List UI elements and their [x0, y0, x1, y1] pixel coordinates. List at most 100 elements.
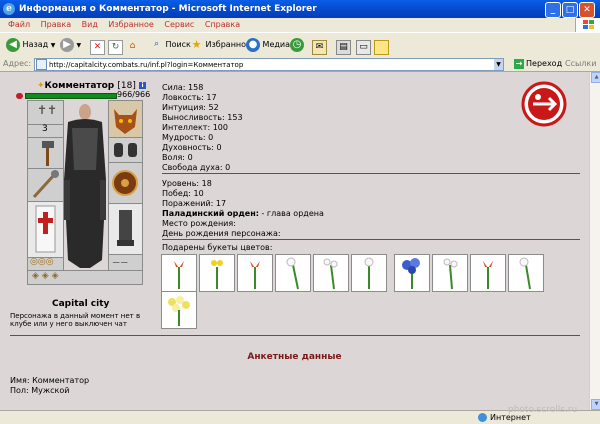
menu-favorites[interactable]: Избранное — [108, 18, 153, 32]
address-dropdown-icon[interactable]: ▼ — [494, 59, 503, 70]
menu-help[interactable]: Справка — [205, 18, 240, 32]
paladin-order-emblem-icon — [521, 81, 567, 127]
ring-slot-row[interactable]: ◎◎◎ — [27, 257, 64, 271]
hammer-slot[interactable] — [27, 137, 64, 169]
scroll-down-icon[interactable]: ▼ — [591, 399, 600, 410]
info-order: Паладинский орден: - глава ордена — [162, 209, 324, 218]
flower-red-tulip[interactable] — [470, 254, 506, 292]
flower-white[interactable] — [313, 254, 349, 292]
tulip-icon — [250, 261, 260, 289]
toolbar: ◀ Назад ▼ ▶ ▼ ✕ ↻ ⌂ ⌕ Поиск ★ Избранное … — [0, 32, 600, 59]
minimize-button[interactable]: _ — [545, 2, 561, 18]
flower-white[interactable] — [508, 254, 544, 292]
amulet-slot[interactable]: 3 — [27, 124, 64, 138]
forward-button[interactable]: ▶ ▼ — [60, 37, 81, 53]
address-label: Адрес: — [3, 59, 32, 68]
white-flowers-icon — [286, 257, 299, 290]
order-badge-icon: ✦ — [37, 81, 45, 91]
boots-slot[interactable] — [108, 203, 143, 255]
armor-slot[interactable] — [27, 201, 64, 258]
shield-slot[interactable] — [108, 162, 143, 204]
flower-blue[interactable] — [394, 254, 430, 292]
scroll-up-icon[interactable]: ▲ — [591, 72, 600, 83]
number-icon: 3 — [42, 124, 48, 134]
belt-icon: ⚊⚊ — [112, 256, 129, 266]
character-figure[interactable] — [62, 100, 108, 270]
go-arrow-icon: → — [514, 58, 524, 69]
flower-white[interactable] — [351, 254, 387, 292]
mail-icon[interactable]: ✉ — [312, 40, 327, 55]
globe-icon — [478, 413, 487, 422]
offline-note: Персонажа в данный момент нет в клубе ил… — [10, 312, 141, 328]
flower-red-tulip[interactable] — [161, 254, 197, 292]
page-content: ✦Комментатор [18] i 966/966 ✝✝ 3 ◎◎◎ ⚊⚊ … — [0, 72, 589, 410]
home-icon[interactable]: ⌂ — [126, 40, 139, 53]
info-losses: Поражений: 17 — [162, 199, 227, 208]
hammer-icon — [42, 141, 54, 166]
menu-edit[interactable]: Правка — [41, 18, 71, 32]
refresh-icon[interactable]: ↻ — [108, 40, 123, 55]
stat-endurance: Выносливость: 153 — [162, 113, 243, 122]
print-icon[interactable]: ▤ — [336, 40, 351, 55]
menu-file[interactable]: Файл — [8, 18, 30, 32]
forward-arrow-icon: ▶ — [60, 37, 74, 52]
stat-spirituality: Духовность: 0 — [162, 143, 222, 152]
stop-icon[interactable]: ✕ — [90, 40, 105, 55]
address-bar: Адрес: http://capitalcity.combats.ru/inf… — [0, 57, 600, 72]
flower-white[interactable] — [432, 254, 468, 292]
stat-strength: Сила: 158 — [162, 83, 204, 92]
back-arrow-icon: ◀ — [6, 37, 20, 52]
info-birthplace: Место рождения: — [162, 219, 236, 228]
battle-info: Уровень: 18 Побед: 10 Поражений: 17 Пала… — [162, 179, 324, 239]
blue-flowers-icon — [402, 258, 420, 289]
media-button[interactable]: ● Медиа — [246, 37, 290, 53]
title-bar: e Информация о Комментатор - Microsoft I… — [0, 0, 600, 18]
tulip-icon — [483, 261, 493, 289]
tulip-icon — [174, 261, 184, 289]
vertical-scrollbar[interactable]: ▲ ▼ — [589, 72, 600, 410]
favorites-button[interactable]: ★ Избранное — [190, 37, 251, 53]
flower-red-tulip[interactable] — [237, 254, 273, 292]
profile-data: Имя: Комментатор Пол: Мужской — [10, 376, 89, 396]
mace-slot[interactable] — [27, 168, 64, 202]
divider — [10, 335, 580, 336]
close-button[interactable]: ✕ — [579, 2, 595, 18]
messenger-icon[interactable] — [374, 40, 389, 55]
search-icon: ⌕ — [153, 39, 160, 49]
heart-icon — [16, 93, 23, 99]
hp-value: 966/966 — [117, 90, 151, 99]
flower-white[interactable] — [275, 254, 311, 292]
info-birthday: День рождения персонажа: — [162, 229, 281, 238]
city-name: Capital city — [52, 299, 110, 309]
flower-yellow-bouquet[interactable] — [161, 291, 197, 329]
weapon-slot-top[interactable]: ✝✝ — [27, 100, 64, 125]
rune-icon: ✝✝ — [37, 103, 58, 117]
helmet-slot[interactable] — [108, 100, 143, 138]
go-button[interactable]: → Переход — [514, 57, 562, 71]
links-button[interactable]: Ссылки — [565, 57, 596, 71]
belt-slot[interactable]: ⚊⚊ — [108, 254, 143, 271]
ie-icon: e — [3, 3, 15, 15]
media-icon: ● — [246, 37, 260, 52]
profile-name: Имя: Комментатор — [10, 376, 90, 385]
hp-bar — [25, 93, 117, 99]
gloves-slot[interactable] — [108, 137, 143, 163]
back-button[interactable]: ◀ Назад ▼ — [6, 37, 55, 53]
menu-view[interactable]: Вид — [82, 18, 98, 32]
item-belt-row[interactable]: ◈ ◈ ◈ — [27, 270, 143, 285]
history-icon[interactable]: ◷ — [290, 38, 304, 52]
flower-yellow[interactable] — [199, 254, 235, 292]
edit-icon[interactable]: ▭ — [356, 40, 371, 55]
divider — [162, 173, 580, 174]
round-shield-icon — [112, 170, 138, 196]
gloves-icon — [114, 143, 137, 157]
address-input[interactable]: http://capitalcity.combats.ru/inf.pl?log… — [34, 58, 504, 71]
character-name[interactable]: Комментатор — [45, 81, 115, 91]
menu-tools[interactable]: Сервис — [164, 18, 194, 32]
windows-logo-icon — [575, 18, 600, 32]
search-button[interactable]: ⌕ Поиск — [150, 37, 191, 53]
stat-intuition: Интуиция: 52 — [162, 103, 219, 112]
info-icon[interactable]: i — [139, 82, 147, 89]
white-flowers-icon — [519, 257, 531, 290]
maximize-button[interactable]: □ — [562, 2, 578, 18]
